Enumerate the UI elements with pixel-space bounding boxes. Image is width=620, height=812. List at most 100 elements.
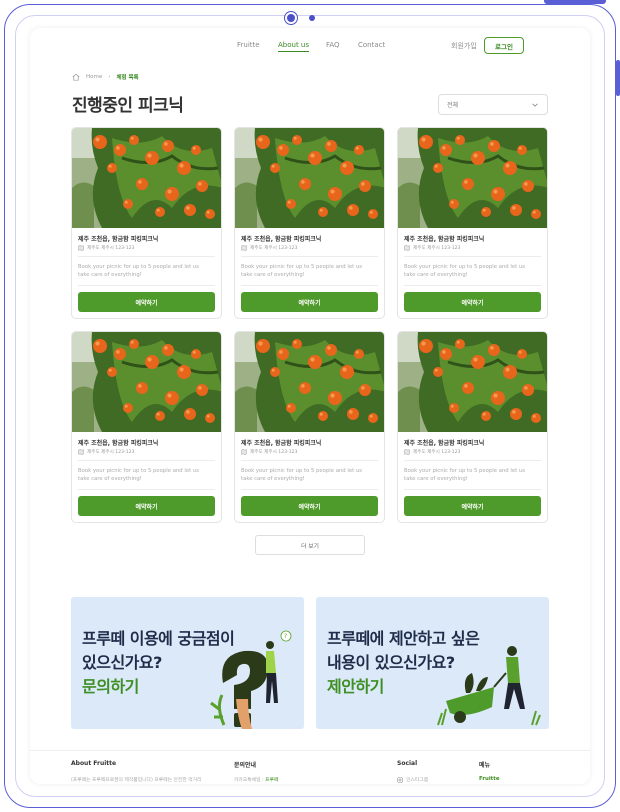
side-button: [616, 60, 620, 96]
picnic-card[interactable]: 제주 조천읍, 함금함 피킹피크닉 제주도 제주시 123-123 Book y…: [397, 127, 548, 319]
orange-tree-photo: [72, 332, 221, 432]
inquiry-banner[interactable]: 프루떼 이용에 궁금점이 있으신가요? 문의하기 ?: [71, 597, 304, 729]
card-divider: [404, 460, 541, 461]
gardener-illustration: [437, 646, 541, 726]
sensor-icon: [309, 15, 315, 21]
nav-link-fruitte[interactable]: Fruitte: [237, 41, 260, 49]
book-button[interactable]: 예약하기: [404, 292, 541, 312]
footer-inquiry-text: 카카오톡채널 : 프루떼: [234, 776, 278, 783]
map-icon: [78, 245, 84, 251]
card-divider: [241, 460, 378, 461]
nav-link-contact[interactable]: Contact: [358, 41, 385, 49]
breadcrumb-home[interactable]: Home: [86, 74, 102, 80]
breadcrumb: Home › 체험 목록: [72, 73, 139, 81]
app-screen: Fruitte About us FAQ Contact 회원가입 로그인 Ho…: [30, 28, 590, 784]
load-more-button[interactable]: 더 보기: [255, 535, 365, 555]
card-address: 제주도 제주시 123-123: [241, 449, 297, 455]
instagram-link[interactable]: 인스타그램: [397, 776, 428, 783]
book-button[interactable]: 예약하기: [241, 292, 378, 312]
card-title: 제주 조천읍, 함금함 피킹피크닉: [404, 236, 485, 243]
map-icon: [241, 245, 247, 251]
card-address: 제주도 제주시 123-123: [404, 449, 460, 455]
chevron-down-icon: [532, 103, 538, 107]
card-address-text: 제주도 제주시 123-123: [87, 246, 135, 251]
card-divider: [241, 489, 378, 490]
nav-link-faq[interactable]: FAQ: [326, 41, 340, 49]
home-icon[interactable]: [72, 73, 80, 81]
card-divider: [78, 256, 215, 257]
instagram-icon: [397, 776, 403, 783]
breadcrumb-current: 체험 목록: [116, 75, 139, 81]
map-icon: [404, 245, 410, 251]
map-icon: [78, 449, 84, 455]
inquiry-link[interactable]: 문의하기: [82, 673, 139, 697]
login-button[interactable]: 로그인: [484, 37, 524, 54]
footer-about-title: About Fruitte: [71, 760, 117, 767]
map-icon: [404, 449, 410, 455]
card-address-text: 제주도 제주시 123-123: [250, 246, 298, 251]
banner-line-2: 있으신가요?: [82, 653, 162, 672]
card-description: Book your picnic for up to 5 people and …: [78, 468, 199, 482]
footer-inquiry-title: 문의안내: [234, 762, 257, 769]
page-title: 진행중인 피크닉: [72, 96, 184, 116]
signup-link[interactable]: 회원가입: [451, 41, 477, 51]
card-divider: [241, 256, 378, 257]
svg-text:?: ?: [284, 633, 287, 640]
card-description: Book your picnic for up to 5 people and …: [241, 264, 362, 278]
card-description: Book your picnic for up to 5 people and …: [404, 468, 525, 482]
card-description: Book your picnic for up to 5 people and …: [241, 468, 362, 482]
card-title: 제주 조천읍, 함금함 피킹피크닉: [78, 440, 159, 447]
power-button: [544, 0, 606, 4]
card-title: 제주 조천읍, 함금함 피킹피크닉: [404, 440, 485, 447]
filter-select[interactable]: 전체: [438, 94, 548, 115]
card-address: 제주도 제주시 123-123: [78, 449, 134, 455]
picnic-card[interactable]: 제주 조천읍, 함금함 피킹피크닉 제주도 제주시 123-123 Book y…: [71, 331, 222, 523]
book-button[interactable]: 예약하기: [78, 496, 215, 516]
picnic-card[interactable]: 제주 조천읍, 함금함 피킹피크닉 제주도 제주시 123-123 Book y…: [397, 331, 548, 523]
card-address: 제주도 제주시 123-123: [78, 245, 134, 251]
orange-tree-photo: [72, 128, 221, 228]
card-divider: [241, 285, 378, 286]
card-address-text: 제주도 제주시 123-123: [413, 450, 461, 455]
footer-menu-title: 메뉴: [479, 762, 491, 769]
card-address: 제주도 제주시 123-123: [241, 245, 297, 251]
card-title: 제주 조천읍, 함금함 피킹피크닉: [78, 236, 159, 243]
book-button[interactable]: 예약하기: [78, 292, 215, 312]
card-divider: [78, 489, 215, 490]
card-description: Book your picnic for up to 5 people and …: [404, 264, 525, 278]
map-icon: [241, 449, 247, 455]
card-description: Book your picnic for up to 5 people and …: [78, 264, 199, 278]
picnic-card[interactable]: 제주 조천읍, 함금함 피킹피크닉 제주도 제주시 123-123 Book y…: [234, 127, 385, 319]
filter-selected-value: 전체: [447, 102, 459, 109]
footer-divider: [30, 750, 590, 751]
top-nav: Fruitte About us FAQ Contact 회원가입 로그인: [30, 37, 590, 59]
card-divider: [404, 489, 541, 490]
card-divider: [404, 256, 541, 257]
footer-menu-fruitte-link[interactable]: Fruitte: [479, 776, 500, 782]
inquiry-label: 카카오톡채널 :: [234, 778, 266, 783]
instagram-label: 인스타그램: [406, 778, 429, 783]
proposal-link[interactable]: 제안하기: [327, 673, 384, 697]
card-title: 제주 조천읍, 함금함 피킹피크닉: [241, 236, 322, 243]
camera-icon: [287, 14, 295, 22]
footer-about-text: (프루떼는 프루떼프로젠의 제작품입니다) 프루떼는 안전한 먹거리: [71, 778, 202, 783]
proposal-banner[interactable]: 프루떼에 제안하고 싶은 내용이 있으신가요? 제안하기: [316, 597, 549, 729]
orange-tree-photo: [398, 332, 547, 432]
kakao-channel-link[interactable]: 프루떼: [265, 778, 278, 783]
card-address-text: 제주도 제주시 123-123: [250, 450, 298, 455]
book-button[interactable]: 예약하기: [241, 496, 378, 516]
nav-link-about-us[interactable]: About us: [278, 41, 310, 52]
orange-tree-photo: [398, 128, 547, 228]
card-address: 제주도 제주시 123-123: [404, 245, 460, 251]
book-button[interactable]: 예약하기: [404, 496, 541, 516]
chevron-right-icon: ›: [108, 74, 111, 80]
orange-tree-photo: [235, 332, 384, 432]
picnic-card[interactable]: 제주 조천읍, 함금함 피킹피크닉 제주도 제주시 123-123 Book y…: [71, 127, 222, 319]
orange-tree-photo: [235, 128, 384, 228]
card-title: 제주 조천읍, 함금함 피킹피크닉: [241, 440, 322, 447]
card-address-text: 제주도 제주시 123-123: [413, 246, 461, 251]
footer-social-title: Social: [397, 760, 418, 767]
card-divider: [78, 285, 215, 286]
question-person-illustration: ?: [210, 630, 292, 729]
picnic-card[interactable]: 제주 조천읍, 함금함 피킹피크닉 제주도 제주시 123-123 Book y…: [234, 331, 385, 523]
